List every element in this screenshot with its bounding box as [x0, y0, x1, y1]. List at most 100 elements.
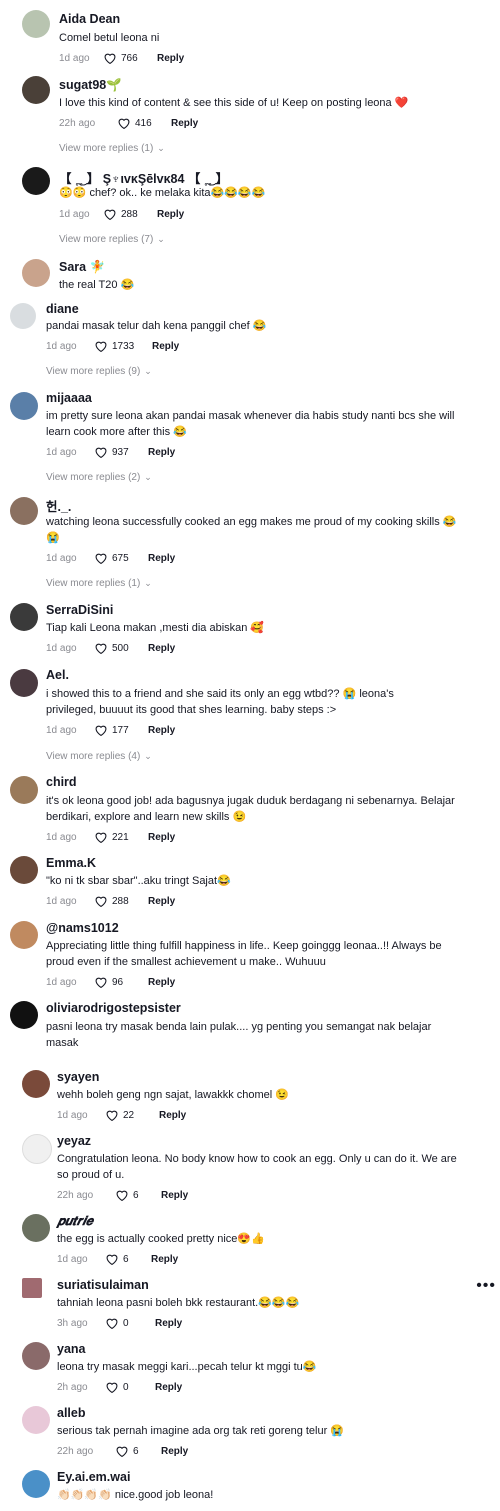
view-more-replies[interactable]: View more replies (9) ⌄	[46, 366, 152, 377]
like-count: 22	[123, 1109, 135, 1121]
comment-username[interactable]: yeyaz	[57, 1134, 91, 1148]
reply-button[interactable]: Reply	[148, 553, 175, 564]
reply-button[interactable]: Reply	[171, 118, 198, 129]
avatar[interactable]	[22, 1406, 50, 1434]
reply-button[interactable]: Reply	[148, 896, 175, 907]
more-options-icon[interactable]: •••	[476, 1277, 496, 1295]
reply-button[interactable]: Reply	[157, 209, 184, 220]
comment-username[interactable]: sugat98🌱	[59, 78, 122, 93]
comment-text: it's ok leona good job! ada bagusnya jug…	[46, 795, 455, 823]
heart-icon[interactable]	[115, 1189, 129, 1201]
reply-button[interactable]: Reply	[159, 1110, 186, 1121]
avatar[interactable]	[10, 303, 36, 329]
heart-icon[interactable]	[94, 976, 108, 988]
heart-icon[interactable]	[94, 642, 108, 654]
like-count: 1733	[112, 340, 135, 352]
comment-text: 👏🏻👏🏻👏🏻👏🏻 nice.good job leona!	[57, 1489, 214, 1501]
avatar[interactable]	[22, 1470, 50, 1498]
comment-username[interactable]: alleb	[57, 1406, 86, 1420]
avatar[interactable]	[10, 603, 38, 631]
heart-icon[interactable]	[105, 1253, 119, 1265]
heart-icon[interactable]	[115, 1445, 129, 1457]
comment-text: 😳😳 chef? ok.. ke melaka kita😂😂😂😂	[59, 187, 266, 199]
reply-button[interactable]: Reply	[148, 447, 175, 458]
comment-text: tahniah leona pasni boleh bkk restaurant…	[57, 1297, 300, 1309]
avatar[interactable]	[10, 856, 38, 884]
avatar[interactable]	[22, 10, 50, 38]
comment-meta: 1d ago 766 Reply	[59, 52, 184, 64]
comment-time: 3h ago	[57, 1317, 88, 1329]
comment-time: 1d ago	[46, 552, 77, 564]
avatar[interactable]	[22, 1342, 50, 1370]
comment-username[interactable]: diane	[46, 302, 79, 316]
comment-username[interactable]: Ael.	[46, 668, 69, 682]
heart-icon[interactable]	[94, 446, 108, 458]
comment-time: 1d ago	[46, 895, 77, 907]
comment-text: pasni leona try masak benda lain pulak..…	[46, 1021, 432, 1049]
avatar[interactable]	[22, 1134, 52, 1164]
comment-username[interactable]: 헌._.	[46, 496, 71, 515]
heart-icon[interactable]	[94, 895, 108, 907]
heart-icon[interactable]	[103, 208, 117, 220]
comment-text: wehh boleh geng ngn sajat, lawakkk chome…	[57, 1089, 289, 1101]
reply-button[interactable]: Reply	[157, 53, 184, 64]
heart-icon[interactable]	[94, 831, 108, 843]
heart-icon[interactable]	[103, 52, 117, 64]
like-count: 177	[112, 724, 129, 736]
reply-button[interactable]: Reply	[155, 1318, 182, 1329]
view-more-replies[interactable]: View more replies (4) ⌄	[46, 751, 152, 762]
comment-username[interactable]: @nams1012	[46, 921, 119, 935]
comment-username[interactable]: chird	[46, 775, 77, 789]
avatar[interactable]	[10, 776, 38, 804]
comment-username[interactable]: syayen	[57, 1070, 99, 1084]
reply-button[interactable]: Reply	[148, 977, 175, 988]
reply-button[interactable]: Reply	[148, 643, 175, 654]
reply-button[interactable]: Reply	[151, 1254, 178, 1265]
avatar[interactable]	[10, 1001, 38, 1029]
view-more-replies[interactable]: View more replies (7) ⌄	[59, 234, 165, 245]
like-count: 675	[112, 552, 129, 564]
avatar[interactable]	[22, 1214, 50, 1242]
heart-icon[interactable]	[94, 724, 108, 736]
comment-username[interactable]: suriatisulaiman	[57, 1278, 149, 1292]
avatar[interactable]	[22, 167, 50, 195]
avatar[interactable]	[22, 1278, 42, 1298]
comment-username[interactable]: mijaaaa	[46, 391, 92, 405]
comment-username[interactable]: oliviarodrigostepsister	[46, 1001, 181, 1015]
avatar[interactable]	[10, 669, 38, 697]
reply-button[interactable]: Reply	[161, 1190, 188, 1201]
avatar[interactable]	[10, 497, 38, 525]
heart-icon[interactable]	[94, 340, 108, 352]
comment-username[interactable]: SerraDiSini	[46, 603, 113, 617]
view-more-replies[interactable]: View more replies (1) ⌄	[46, 578, 152, 589]
comment-username[interactable]: yana	[57, 1342, 86, 1356]
reply-button[interactable]: Reply	[152, 341, 179, 352]
comment-username[interactable]: Emma.K	[46, 856, 96, 870]
avatar[interactable]	[22, 76, 50, 104]
heart-icon[interactable]	[117, 117, 131, 129]
comment-username[interactable]: Ey.ai.em.wai	[57, 1470, 130, 1484]
view-more-replies[interactable]: View more replies (2) ⌄	[46, 472, 152, 483]
comment-text: the real T20 😂	[59, 279, 135, 291]
heart-icon[interactable]	[105, 1381, 119, 1393]
view-more-replies[interactable]: View more replies (1) ⌄	[59, 143, 165, 154]
comment-username[interactable]: Sara 🧚	[59, 260, 105, 275]
avatar[interactable]	[10, 921, 38, 949]
comment-time: 1d ago	[59, 52, 90, 64]
comment-text: leona try masak meggi kari...pecah telur…	[57, 1361, 317, 1373]
avatar[interactable]	[10, 392, 38, 420]
reply-button[interactable]: Reply	[148, 725, 175, 736]
reply-button[interactable]: Reply	[161, 1446, 188, 1457]
reply-button[interactable]: Reply	[148, 832, 175, 843]
comment-username[interactable]: Aida Dean	[59, 12, 120, 26]
avatar[interactable]	[22, 259, 50, 287]
heart-icon[interactable]	[105, 1317, 119, 1329]
reply-button[interactable]: Reply	[155, 1382, 182, 1393]
like-count: 288	[121, 208, 138, 220]
comment-meta: 22h ago 416 Reply	[59, 117, 198, 129]
comment-username[interactable]: 𝒑𝒖𝒕𝒓𝒊𝒆	[57, 1214, 93, 1229]
avatar[interactable]	[22, 1070, 50, 1098]
heart-icon[interactable]	[94, 552, 108, 564]
view-more-label: View more replies (9)	[46, 366, 141, 377]
heart-icon[interactable]	[105, 1109, 119, 1121]
